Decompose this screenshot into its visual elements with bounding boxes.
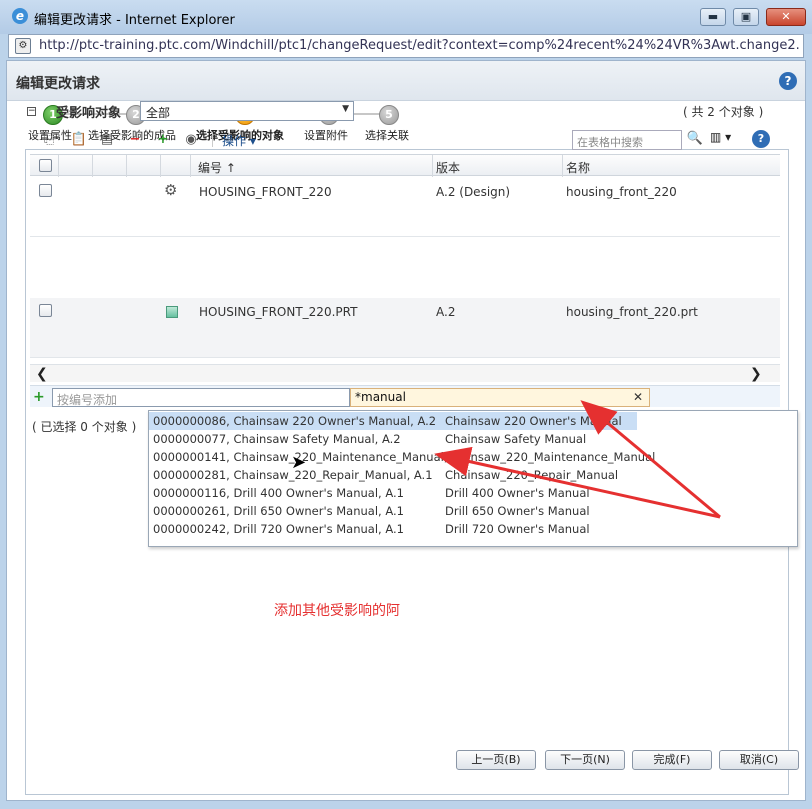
next-button[interactable]: 下一页(N) bbox=[545, 750, 625, 770]
finish-button[interactable]: 完成(F) bbox=[632, 750, 712, 770]
annotation-text: 添加其他受影响的阿 bbox=[274, 603, 400, 619]
arrow-to-search bbox=[580, 400, 721, 519]
mouse-cursor-icon: ➤ bbox=[291, 452, 307, 473]
annotation-arrows bbox=[434, 400, 721, 519]
arrow-to-suggestion bbox=[434, 446, 721, 519]
prev-button[interactable]: 上一页(B) bbox=[456, 750, 536, 770]
cancel-button[interactable]: 取消(C) bbox=[719, 750, 799, 770]
